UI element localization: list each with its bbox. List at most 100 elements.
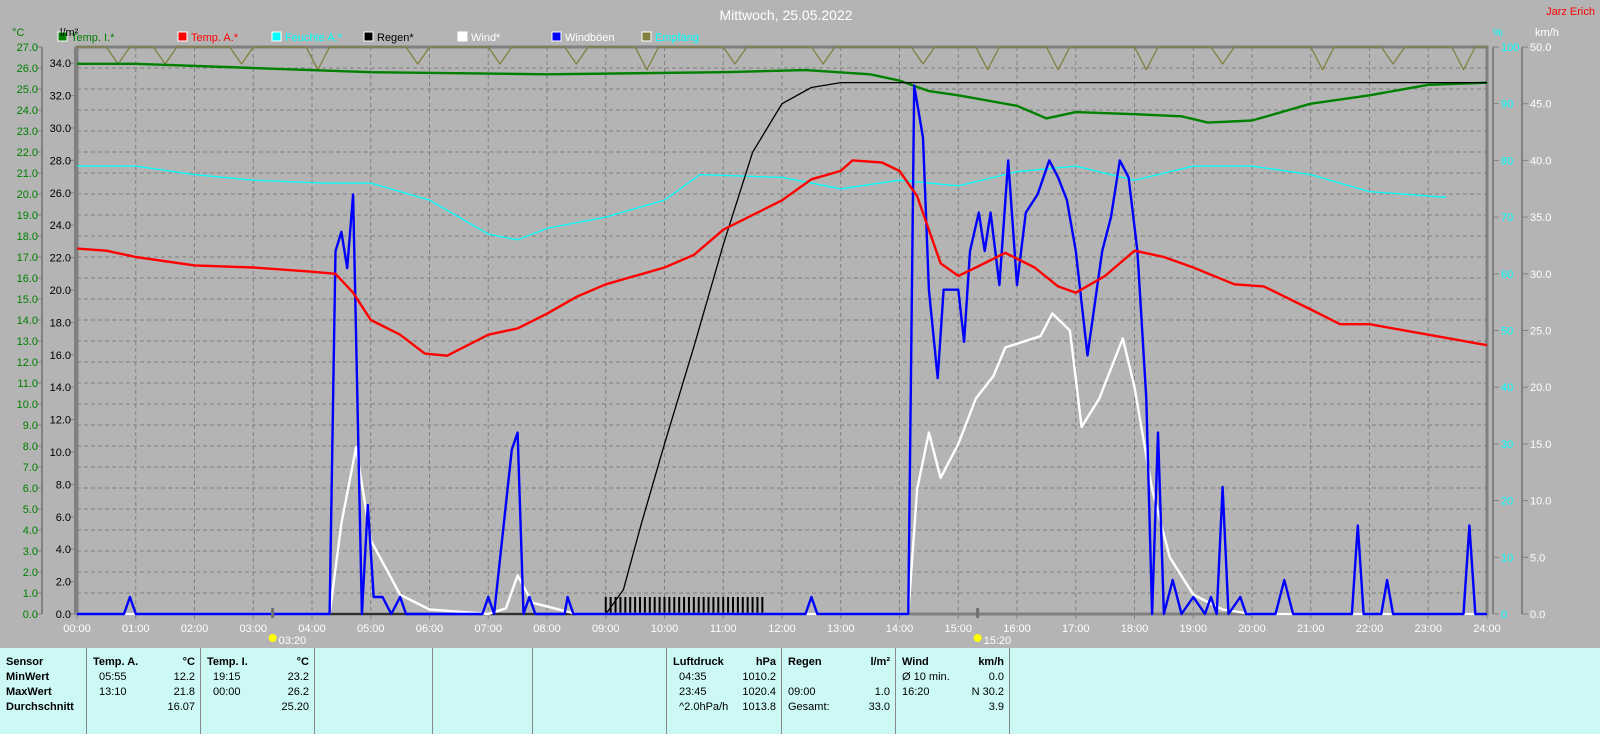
tick-label: 6.0 bbox=[56, 512, 71, 524]
axis-unit-label: km/h bbox=[1535, 27, 1559, 39]
tick-label: 9.0 bbox=[23, 420, 38, 432]
x-tick-label: 20:00 bbox=[1238, 623, 1266, 635]
tick-label: 8.0 bbox=[23, 441, 38, 453]
tick-label: 30 bbox=[1501, 439, 1513, 451]
col-unit: km/h bbox=[978, 656, 1004, 668]
tick-label: 12.0 bbox=[17, 357, 38, 369]
cell-value: 23.2 bbox=[287, 671, 309, 683]
x-tick-label: 11:00 bbox=[710, 623, 737, 635]
x-tick-label: 02:00 bbox=[181, 623, 209, 635]
tick-label: 16.0 bbox=[50, 350, 71, 362]
x-tick-label: 06:00 bbox=[416, 623, 444, 635]
tick-label: 20.0 bbox=[1530, 382, 1551, 394]
x-tick-label: 24:00 bbox=[1473, 623, 1501, 635]
tick-label: 30.0 bbox=[50, 123, 71, 135]
tick-label: 10.0 bbox=[50, 447, 71, 459]
author-label: Jarz Erich bbox=[1546, 6, 1595, 18]
cell-value: 1013.8 bbox=[742, 701, 776, 713]
stats-table: Sensor MinWert MaxWert Durchschnitt Temp… bbox=[0, 648, 1600, 734]
tick-label: 2.0 bbox=[23, 567, 38, 579]
tick-label: 70 bbox=[1501, 212, 1513, 224]
cell-value: 16.07 bbox=[167, 701, 195, 713]
tick-label: 27.0 bbox=[17, 42, 38, 54]
tick-label: 28.0 bbox=[50, 155, 71, 167]
x-tick-label: 17:00 bbox=[1062, 623, 1090, 635]
legend-swatch bbox=[641, 31, 652, 42]
tick-label: 35.0 bbox=[1530, 212, 1551, 224]
cell-time: ^2.0hPa/h bbox=[679, 701, 729, 713]
cell-time: Gesamt: bbox=[788, 701, 830, 713]
legend-swatch bbox=[363, 31, 374, 42]
cell-time: 13:10 bbox=[99, 686, 127, 698]
axes: 0.0 1.0 2.0 3.0 4.0 5.0 6.0 7.0 8.0 9.0 10.0 11.0 12… bbox=[12, 27, 1559, 635]
x-tick-label: 01:00 bbox=[122, 623, 150, 635]
tick-label: 17.0 bbox=[17, 252, 38, 264]
col-unit: l/m² bbox=[870, 656, 890, 668]
legend-swatch bbox=[457, 31, 468, 42]
x-tick-label: 19:00 bbox=[1179, 623, 1207, 635]
tick-label: 6.0 bbox=[23, 483, 38, 495]
cell-value: 12.2 bbox=[173, 671, 195, 683]
col-unit: °C bbox=[296, 656, 309, 668]
col-header: Luftdruck bbox=[673, 656, 724, 668]
tick-label: 20.0 bbox=[17, 189, 38, 201]
x-tick-label: 00:00 bbox=[63, 623, 91, 635]
cell-value: 25.20 bbox=[281, 701, 309, 713]
chart-title: Mittwoch, 25.05.2022 bbox=[719, 7, 852, 23]
sunrise-time: 03:20 bbox=[279, 635, 307, 646]
tick-label: 22.0 bbox=[17, 147, 38, 159]
cell-value: N 30.2 bbox=[971, 686, 1004, 698]
cell-value: 1.0 bbox=[874, 686, 890, 698]
tick-label: 0.0 bbox=[23, 609, 38, 621]
tick-label: 0.0 bbox=[1530, 609, 1545, 621]
sunset-time: 15:20 bbox=[984, 635, 1012, 646]
tick-label: 13.0 bbox=[17, 336, 38, 348]
tick-label: 0 bbox=[1501, 609, 1507, 621]
legend-label: Wind* bbox=[471, 32, 501, 44]
tick-label: 5.0 bbox=[1530, 552, 1545, 564]
tick-label: 26.0 bbox=[17, 63, 38, 75]
tick-label: 18.0 bbox=[17, 231, 38, 243]
col-header: Temp. A. bbox=[93, 656, 139, 668]
x-tick-label: 23:00 bbox=[1414, 623, 1442, 635]
tick-label: 24.0 bbox=[17, 105, 38, 117]
tick-label: 50 bbox=[1501, 326, 1513, 338]
tick-label: 5.0 bbox=[23, 504, 38, 516]
legend-swatch bbox=[177, 31, 188, 42]
tick-label: 26.0 bbox=[50, 188, 71, 200]
tick-label: 16.0 bbox=[17, 273, 38, 285]
cell-time: 05:55 bbox=[99, 671, 127, 683]
tick-label: 90 bbox=[1501, 99, 1513, 111]
tick-label: 12.0 bbox=[50, 415, 71, 427]
tick-label: 45.0 bbox=[1530, 99, 1551, 111]
col-header: Wind bbox=[902, 656, 929, 668]
col-header: Temp. I. bbox=[207, 656, 248, 668]
tick-label: 25.0 bbox=[17, 84, 38, 96]
sunrise-icon bbox=[268, 634, 277, 642]
row-label: MinWert bbox=[6, 671, 50, 683]
tick-label: 19.0 bbox=[17, 210, 38, 222]
empty-column bbox=[314, 648, 433, 734]
col-unit: °C bbox=[182, 656, 195, 668]
empty-column bbox=[432, 648, 533, 734]
sensor-header: Sensor bbox=[6, 656, 44, 668]
tick-label: 7.0 bbox=[23, 462, 38, 474]
x-tick-label: 08:00 bbox=[533, 623, 561, 635]
tick-label: 10.0 bbox=[17, 399, 38, 411]
x-tick-label: 07:00 bbox=[474, 623, 502, 635]
x-tick-label: 12:00 bbox=[768, 623, 796, 635]
legend-swatch bbox=[271, 31, 282, 42]
legend-label: Empfang bbox=[655, 32, 699, 44]
tick-label: 22.0 bbox=[50, 253, 71, 265]
cell-value: 0.0 bbox=[988, 671, 1004, 683]
sensor-column: Sensor MinWert MaxWert Durchschnitt bbox=[0, 648, 86, 734]
rain-column: Regen l/m² 09:00 1.0 Gesamt: 33.0 bbox=[781, 648, 896, 734]
tick-label: 80 bbox=[1501, 155, 1513, 167]
axis-unit-label: l/m² bbox=[60, 27, 79, 39]
tick-label: 25.0 bbox=[1530, 326, 1551, 338]
cell-value: 1010.2 bbox=[742, 671, 776, 683]
tick-label: 4.0 bbox=[23, 525, 38, 537]
col-unit: hPa bbox=[755, 656, 776, 668]
axis-unit-label: °C bbox=[12, 27, 24, 39]
x-tick-label: 16:00 bbox=[1003, 623, 1031, 635]
